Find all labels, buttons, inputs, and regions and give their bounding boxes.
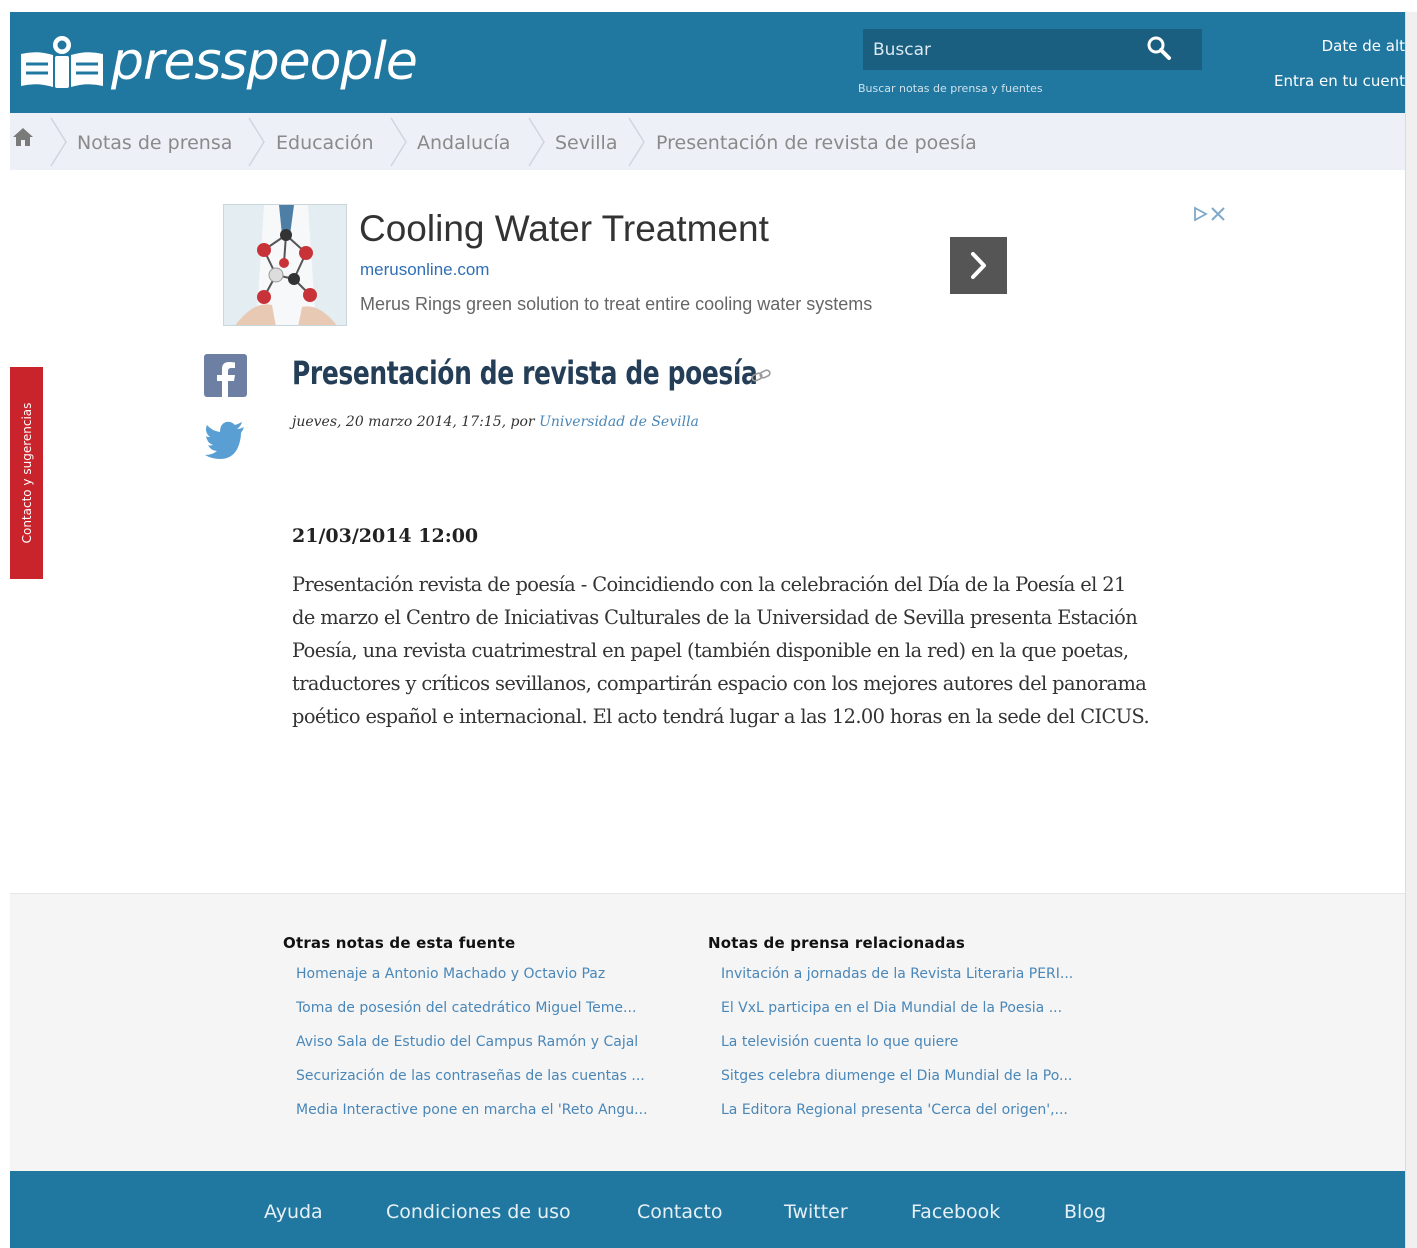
source-note-link[interactable]: Aviso Sala de Estudio del Campus Ramón y…: [283, 1032, 708, 1066]
breadcrumb-separator: [248, 117, 265, 167]
ad-description: Merus Rings green solution to treat enti…: [360, 294, 873, 314]
breadcrumb-item[interactable]: Notas de prensa: [77, 113, 232, 170]
molecule-image: [224, 205, 346, 325]
related-notes-column: Notas de prensa relacionadas Invitación …: [708, 934, 1138, 1134]
footer-link-twitter[interactable]: Twitter: [784, 1201, 848, 1223]
search-hint: Buscar notas de prensa y fuentes: [858, 82, 1043, 95]
breadcrumb-separator: [50, 117, 67, 167]
footer-link-facebook[interactable]: Facebook: [911, 1201, 1000, 1223]
ad-banner: Cooling Water Treatment merusonline.com …: [223, 204, 1243, 326]
window-scrollbar[interactable]: [1405, 12, 1417, 1248]
related-note-link[interactable]: La televisión cuenta lo que quiere: [708, 1032, 1133, 1066]
related-notes-heading: Notas de prensa relacionadas: [708, 934, 966, 952]
source-note-link[interactable]: Homenaje a Antonio Machado y Octavio Paz: [283, 964, 708, 998]
breadcrumb-item[interactable]: Sevilla: [555, 113, 617, 170]
footer-link-help[interactable]: Ayuda: [264, 1201, 323, 1223]
link-icon[interactable]: [750, 367, 772, 385]
breadcrumb: Notas de prensa Educación Andalucía Sevi…: [10, 113, 1405, 170]
login-link[interactable]: Entra en tu cuent: [1274, 72, 1405, 90]
ad-title[interactable]: Cooling Water Treatment: [359, 208, 769, 250]
feedback-tab[interactable]: Contacto y sugerencias: [10, 367, 43, 579]
related-note-link[interactable]: El VxL participa en el Dia Mundial de la…: [708, 998, 1133, 1032]
ad-image[interactable]: [223, 204, 347, 326]
breadcrumb-separator: [528, 117, 545, 167]
source-note-link[interactable]: Media Interactive pone en marcha el 'Ret…: [283, 1100, 708, 1134]
related-note-link[interactable]: Sitges celebra diumenge el Dia Mundial d…: [708, 1066, 1133, 1100]
site-logo[interactable]: presspeople: [15, 30, 418, 94]
feedback-tab-label: Contacto y sugerencias: [19, 402, 34, 544]
ad-next-button[interactable]: [950, 237, 1007, 294]
related-note-link[interactable]: La Editora Regional presenta 'Cerca del …: [708, 1100, 1133, 1134]
footer-link-contact[interactable]: Contacto: [637, 1201, 723, 1223]
chevron-right-icon: [971, 252, 986, 279]
source-note-link[interactable]: Toma de posesión del catedrático Miguel …: [283, 998, 708, 1032]
adchoices-icon[interactable]: [1190, 204, 1232, 224]
breadcrumb-item[interactable]: Educación: [276, 113, 374, 170]
facebook-share-button[interactable]: [204, 354, 247, 397]
signup-link[interactable]: Date de alt: [1322, 37, 1405, 55]
article-title: Presentación de revista de poesía: [292, 354, 758, 392]
site-header: presspeople Buscar notas de prensa y fue…: [10, 12, 1405, 113]
footer-link-terms[interactable]: Condiciones de uso: [386, 1201, 571, 1223]
source-notes-heading: Otras notas de esta fuente: [283, 934, 516, 952]
author-link[interactable]: Universidad de Sevilla: [539, 414, 699, 430]
breadcrumb-current: Presentación de revista de poesía: [656, 132, 977, 154]
page: presspeople Buscar notas de prensa y fue…: [10, 12, 1405, 1248]
home-icon[interactable]: [12, 127, 34, 147]
facebook-icon: [217, 362, 235, 397]
logo-wordmark: presspeople: [111, 32, 418, 92]
source-notes-column: Otras notas de esta fuente Homenaje a An…: [283, 934, 713, 1134]
related-section: Otras notas de esta fuente Homenaje a An…: [10, 893, 1405, 1171]
article-datetime: jueves, 20 marzo 2014, 17:15, por: [292, 414, 540, 430]
search-input[interactable]: [873, 35, 1133, 65]
ad-url[interactable]: merusonline.com: [360, 260, 489, 280]
twitter-icon[interactable]: [204, 419, 247, 459]
presspeople-logo-icon: [21, 36, 103, 88]
related-note-link[interactable]: Invitación a jornadas de la Revista Lite…: [708, 964, 1133, 998]
article-byline: jueves, 20 marzo 2014, 17:15, por Univer…: [292, 414, 699, 430]
search-icon[interactable]: [1145, 34, 1175, 64]
source-note-link[interactable]: Securización de las contraseñas de las c…: [283, 1066, 708, 1100]
article-event-date: 21/03/2014 12:00: [292, 525, 479, 547]
breadcrumb-separator: [628, 117, 645, 167]
footer-link-blog[interactable]: Blog: [1064, 1201, 1106, 1223]
site-footer: Ayuda Condiciones de uso Contacto Twitte…: [10, 1171, 1405, 1248]
breadcrumb-item[interactable]: Andalucía: [417, 113, 510, 170]
search-box: [863, 29, 1202, 70]
article-body: Presentación revista de poesía - Coincid…: [292, 573, 1150, 728]
breadcrumb-separator: [390, 117, 407, 167]
